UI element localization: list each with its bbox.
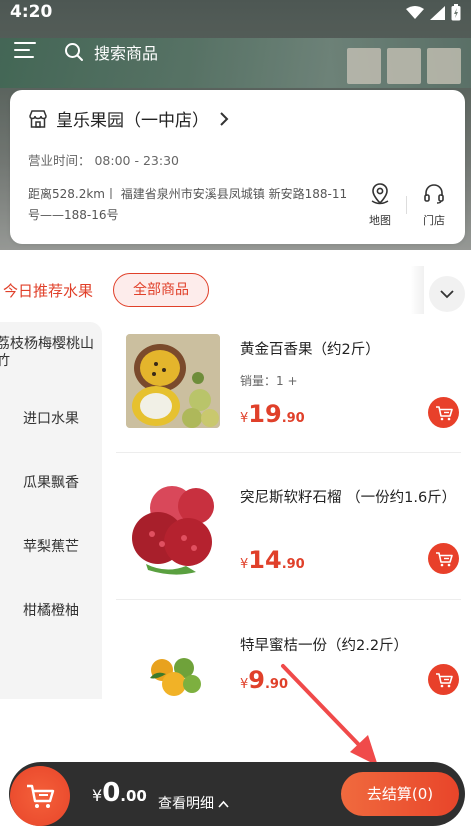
sidebar-item-imported[interactable]: 进口水果 — [0, 408, 102, 428]
product-price: ¥19.90 — [240, 400, 305, 428]
chevron-up-icon — [218, 800, 230, 808]
cart-icon — [435, 551, 453, 566]
divider — [406, 196, 407, 214]
cart-total: ¥0.00 — [92, 778, 147, 808]
cart-icon — [27, 784, 55, 808]
product-price: ¥14.90 — [240, 546, 305, 574]
cart-icon — [435, 672, 453, 687]
headset-icon — [424, 184, 444, 204]
sidebar-item-citrus[interactable]: 柑橘橙柚 — [0, 600, 102, 620]
store-icon — [29, 109, 47, 128]
add-to-cart-button[interactable] — [428, 543, 459, 574]
product-sales: 销量：1 + — [240, 374, 298, 388]
chevron-right-icon — [220, 111, 229, 126]
cart-button[interactable] — [10, 766, 70, 826]
product-name: 突尼斯软籽石榴 （一份约1.6斤） — [240, 490, 457, 506]
store-address: 距离528.2km丨 福建省泉州市安溪县凤城镇 新安路188-11号——188-… — [28, 187, 348, 222]
store-hours: 营业时间： 08:00 - 23:30 — [28, 153, 179, 168]
divider — [116, 452, 461, 453]
search-icon — [65, 43, 83, 61]
search-input[interactable]: 搜索商品 — [50, 32, 430, 72]
status-icons — [406, 4, 461, 21]
product-price: ¥9.90 — [240, 666, 289, 694]
sidebar-item-lychee[interactable]: 荔枝杨梅樱桃山竹 — [0, 336, 100, 370]
signal-icon — [430, 5, 445, 20]
status-bar: 4:20 — [0, 0, 471, 24]
product-image-pomegranate — [126, 482, 220, 576]
map-button[interactable]: 地图 — [362, 182, 398, 228]
product-image-tangerine — [126, 630, 220, 724]
status-time: 4:20 — [10, 2, 53, 22]
expand-tabs-button[interactable] — [429, 276, 465, 312]
category-sidebar: 荔枝杨梅樱桃山竹 进口水果 瓜果飘香 苹梨蕉芒 柑橘橙柚 — [0, 322, 102, 699]
view-details-label: 查看明细 — [158, 796, 214, 812]
product-name: 黄金百香果（约2斤） — [240, 342, 380, 358]
sidebar-item-apples[interactable]: 苹梨蕉芒 — [0, 536, 102, 556]
map-label: 地图 — [369, 214, 391, 227]
product-card[interactable]: 突尼斯软籽石榴 （一份约1.6斤） ¥14.90 — [116, 482, 461, 582]
store-contact-button[interactable]: 门店 — [416, 182, 452, 228]
add-to-cart-button[interactable] — [428, 397, 459, 428]
sidebar-item-melons[interactable]: 瓜果飘香 — [0, 472, 102, 492]
checkout-button[interactable]: 去结算(0) — [341, 772, 459, 816]
category-tabs: 今日推荐水果 全部商品 — [0, 262, 471, 318]
divider — [116, 599, 461, 600]
store-info-card: 皇乐果园（一中店） 营业时间： 08:00 - 23:30 距离528.2km丨… — [10, 90, 465, 244]
add-to-cart-button[interactable] — [428, 664, 459, 695]
menu-icon[interactable] — [14, 42, 36, 60]
product-card[interactable]: 特早蜜桔一份（约2.2斤） ¥9.90 — [116, 630, 461, 724]
map-pin-icon — [371, 183, 389, 205]
chevron-down-icon — [440, 289, 454, 298]
search-placeholder: 搜索商品 — [94, 44, 159, 63]
product-card[interactable]: 黄金百香果（约2斤） 销量：1 + ¥19.90 — [116, 334, 461, 434]
battery-icon — [451, 4, 461, 21]
store-name-row[interactable]: 皇乐果园（一中店） — [28, 106, 229, 131]
tab-all-products[interactable]: 全部商品 — [113, 273, 209, 307]
view-details-button[interactable]: 查看明细 — [158, 793, 230, 813]
product-name: 特早蜜桔一份（约2.2斤） — [240, 638, 409, 654]
store-name: 皇乐果园（一中店） — [56, 111, 209, 131]
tab-today-recommend[interactable]: 今日推荐水果 — [3, 280, 93, 301]
product-image-passionfruit — [126, 334, 220, 428]
wifi-icon — [406, 5, 424, 19]
store-label: 门店 — [423, 214, 445, 227]
cart-icon — [435, 405, 453, 420]
